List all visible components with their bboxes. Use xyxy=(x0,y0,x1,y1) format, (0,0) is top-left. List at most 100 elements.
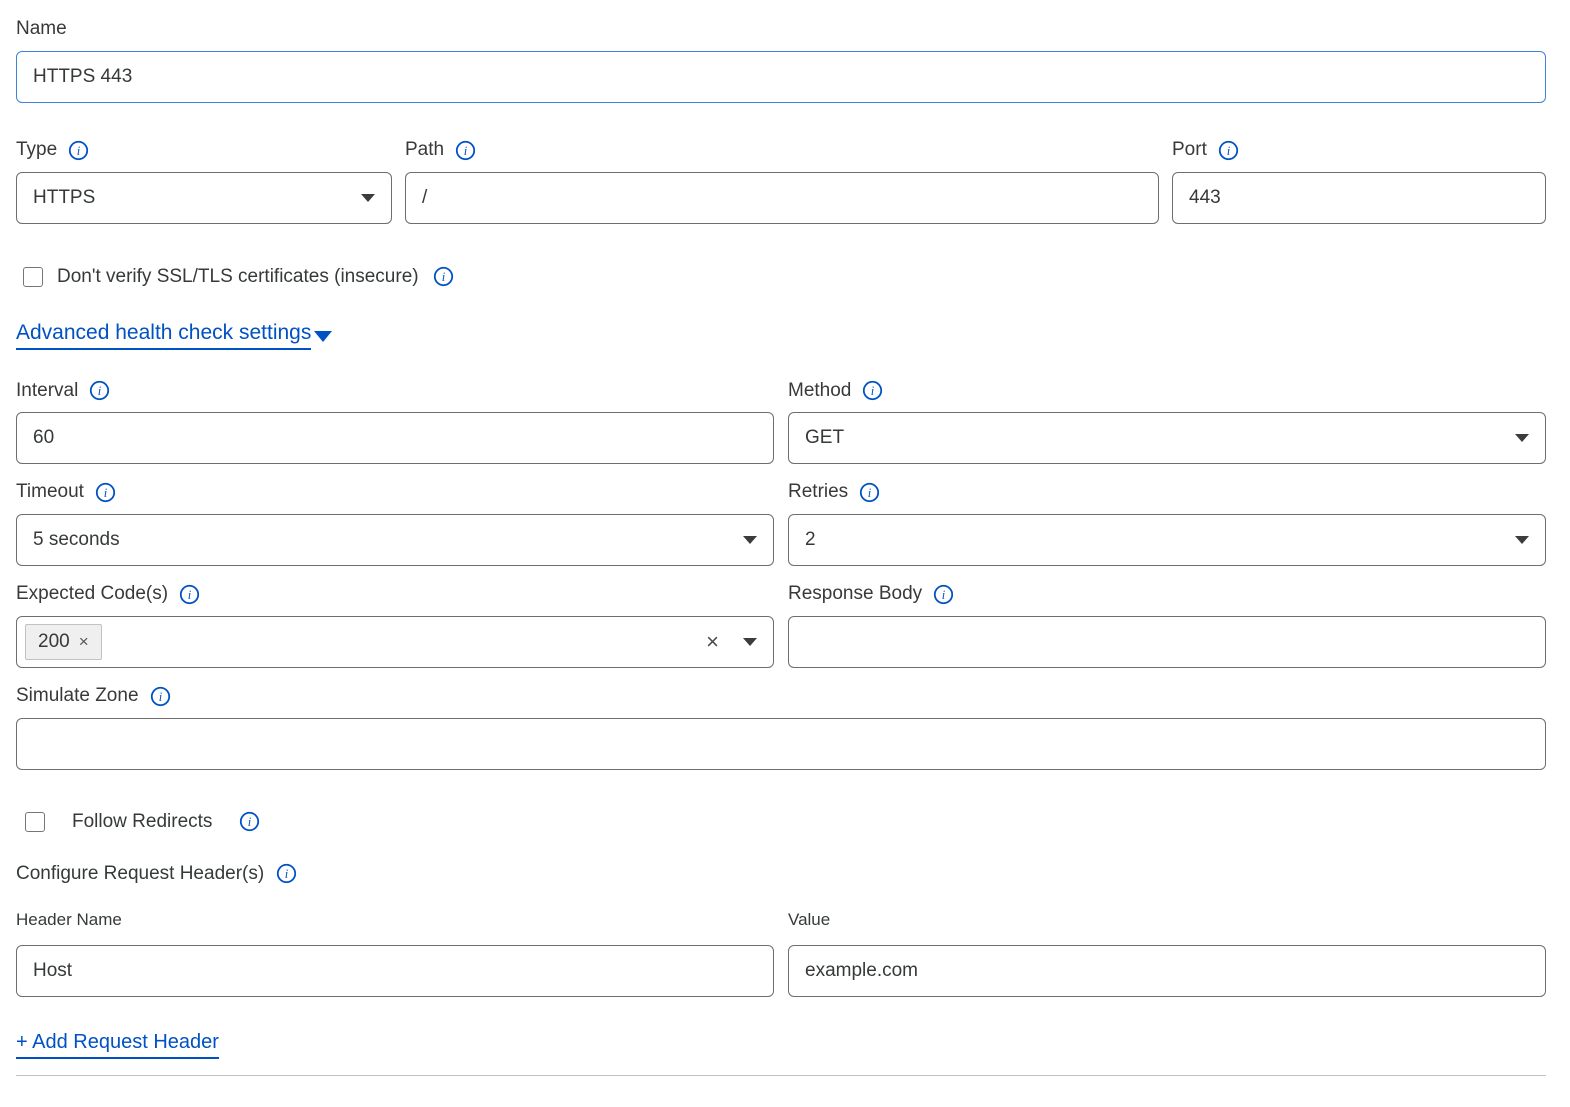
type-select[interactable]: HTTPS xyxy=(16,172,392,224)
svg-text:i: i xyxy=(98,385,102,399)
method-select[interactable]: GET xyxy=(788,412,1546,464)
svg-text:i: i xyxy=(77,144,81,158)
type-label: Type i xyxy=(16,139,392,162)
header-name-label: Header Name xyxy=(16,910,774,930)
follow-redirects-row: Follow Redirects i xyxy=(25,811,1546,833)
timeout-select[interactable]: 5 seconds xyxy=(16,514,774,566)
port-label: Port i xyxy=(1172,139,1546,162)
interval-label-text: Interval xyxy=(16,380,78,403)
simulate-zone-label-text: Simulate Zone xyxy=(16,685,139,708)
follow-redirects-checkbox[interactable] xyxy=(25,812,45,832)
chevron-down-icon xyxy=(743,536,757,544)
info-icon[interactable]: i xyxy=(239,811,260,832)
svg-text:i: i xyxy=(942,588,946,602)
expected-codes-multiselect[interactable]: 200 × × xyxy=(16,616,774,668)
svg-text:i: i xyxy=(464,144,468,158)
info-icon[interactable]: i xyxy=(859,482,880,503)
svg-text:i: i xyxy=(868,486,872,500)
code-tag: 200 × xyxy=(25,624,102,660)
retries-label: Retries i xyxy=(788,481,1546,504)
svg-text:i: i xyxy=(158,690,162,704)
svg-text:i: i xyxy=(248,815,252,829)
info-icon[interactable]: i xyxy=(68,140,89,161)
info-icon[interactable]: i xyxy=(862,380,883,401)
port-field: Port i xyxy=(1172,139,1546,224)
retries-label-text: Retries xyxy=(788,481,848,504)
health-check-form: Name Type i HTTPS Path i xyxy=(0,0,1570,1076)
info-icon[interactable]: i xyxy=(179,584,200,605)
multiselect-controls: × xyxy=(706,631,757,653)
info-icon[interactable]: i xyxy=(1218,140,1239,161)
interval-field: Interval i xyxy=(16,380,774,465)
interval-input[interactable] xyxy=(16,412,774,464)
verify-ssl-label: Don't verify SSL/TLS certificates (insec… xyxy=(57,266,419,288)
header-value-field: Value xyxy=(788,910,1546,997)
chevron-down-icon xyxy=(361,194,375,202)
follow-redirects-label: Follow Redirects xyxy=(72,811,212,833)
port-label-text: Port xyxy=(1172,139,1207,162)
retries-select-value: 2 xyxy=(805,529,816,551)
timeout-label: Timeout i xyxy=(16,481,774,504)
info-icon[interactable]: i xyxy=(276,863,297,884)
method-label-text: Method xyxy=(788,380,851,403)
chevron-down-icon xyxy=(1515,434,1529,442)
simulate-zone-input[interactable] xyxy=(16,718,1546,770)
header-name-input[interactable] xyxy=(16,945,774,997)
retries-select[interactable]: 2 xyxy=(788,514,1546,566)
response-body-field: Response Body i xyxy=(788,583,1546,668)
code-tag-text: 200 xyxy=(38,631,70,653)
header-name-field: Header Name xyxy=(16,910,774,997)
request-headers-section-label: Configure Request Header(s) i xyxy=(16,863,1546,885)
svg-text:i: i xyxy=(871,385,875,399)
info-icon[interactable]: i xyxy=(455,140,476,161)
expected-codes-field: Expected Code(s) i 200 × × xyxy=(16,583,774,668)
verify-ssl-checkbox[interactable] xyxy=(23,267,43,287)
response-body-input[interactable] xyxy=(788,616,1546,668)
path-label: Path i xyxy=(405,139,1159,162)
name-input[interactable] xyxy=(16,51,1546,103)
name-label: Name xyxy=(16,18,1546,41)
path-input[interactable] xyxy=(405,172,1159,224)
chevron-down-icon xyxy=(1515,536,1529,544)
verify-ssl-row: Don't verify SSL/TLS certificates (insec… xyxy=(23,266,1546,288)
chevron-down-icon[interactable] xyxy=(743,638,757,646)
clear-all-icon[interactable]: × xyxy=(706,631,719,653)
type-field: Type i HTTPS xyxy=(16,139,392,224)
svg-text:i: i xyxy=(441,270,445,284)
port-input[interactable] xyxy=(1172,172,1546,224)
interval-label: Interval i xyxy=(16,380,774,403)
info-icon[interactable]: i xyxy=(433,266,454,287)
timeout-label-text: Timeout xyxy=(16,481,84,504)
remove-tag-icon[interactable]: × xyxy=(79,632,89,652)
expected-codes-label: Expected Code(s) i xyxy=(16,583,774,606)
type-label-text: Type xyxy=(16,139,57,162)
path-label-text: Path xyxy=(405,139,444,162)
info-icon[interactable]: i xyxy=(89,380,110,401)
svg-text:i: i xyxy=(1227,144,1231,158)
info-icon[interactable]: i xyxy=(150,686,171,707)
svg-text:i: i xyxy=(285,867,289,881)
expected-codes-label-text: Expected Code(s) xyxy=(16,583,168,606)
timeout-select-value: 5 seconds xyxy=(33,529,120,551)
simulate-zone-label: Simulate Zone i xyxy=(16,685,1546,708)
section-divider xyxy=(16,1075,1546,1076)
info-icon[interactable]: i xyxy=(95,482,116,503)
advanced-settings-link[interactable]: Advanced health check settings xyxy=(16,321,332,350)
svg-text:i: i xyxy=(188,588,192,602)
advanced-fields-grid: Interval i Method i GET Timeout xyxy=(16,380,1546,685)
type-select-value: HTTPS xyxy=(33,187,95,209)
request-header-row: Header Name Value xyxy=(16,910,1546,997)
simulate-zone-field: Simulate Zone i xyxy=(16,685,1546,770)
info-icon[interactable]: i xyxy=(933,584,954,605)
method-select-value: GET xyxy=(805,427,844,449)
method-label: Method i xyxy=(788,380,1546,403)
header-value-input[interactable] xyxy=(788,945,1546,997)
path-field: Path i xyxy=(405,139,1159,224)
chevron-down-icon xyxy=(314,331,332,342)
header-value-label: Value xyxy=(788,910,1546,930)
response-body-label-text: Response Body xyxy=(788,583,922,606)
method-field: Method i GET xyxy=(788,380,1546,465)
advanced-settings-link-text: Advanced health check settings xyxy=(16,321,311,350)
add-request-header-link[interactable]: + Add Request Header xyxy=(16,1031,219,1059)
request-headers-label-text: Configure Request Header(s) xyxy=(16,863,264,885)
